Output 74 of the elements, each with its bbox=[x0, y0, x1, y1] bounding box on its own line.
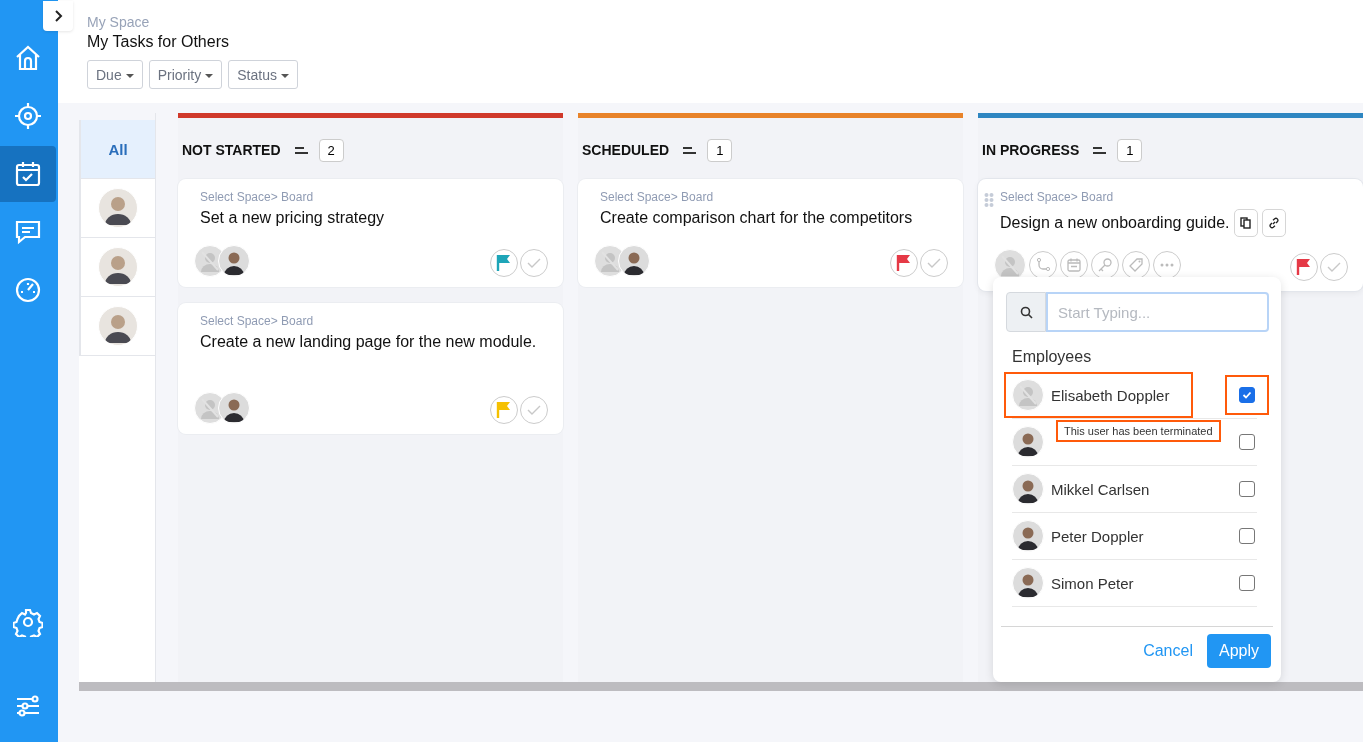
caret-icon bbox=[280, 74, 289, 78]
task-count-badge: 1 bbox=[707, 138, 733, 162]
task-title: Create a new landing page for the new module. bbox=[200, 333, 537, 351]
checkmark-icon bbox=[927, 257, 941, 269]
sort-icon[interactable] bbox=[1091, 145, 1108, 155]
tag-icon bbox=[1128, 257, 1144, 273]
caret-icon bbox=[205, 74, 214, 78]
column-title: IN PROGRESS bbox=[982, 142, 1080, 158]
expand-button[interactable] bbox=[43, 1, 73, 31]
link-button[interactable] bbox=[1261, 209, 1286, 237]
task-title: Create comparison chart for the competitors bbox=[600, 209, 913, 227]
task-card[interactable]: Select Space> Board Design a new onboarding guide. bbox=[978, 179, 1363, 291]
employee-checkbox[interactable] bbox=[1239, 575, 1255, 591]
person-filter-item[interactable] bbox=[79, 238, 155, 297]
calendar-check-icon bbox=[13, 159, 43, 189]
gauge-icon bbox=[13, 275, 43, 305]
avatar-icon bbox=[98, 306, 138, 346]
employee-item[interactable]: Mikkel Carlsen bbox=[1006, 468, 1172, 510]
route-icon bbox=[1035, 257, 1051, 273]
column-title: NOT STARTED bbox=[182, 142, 281, 158]
avatar-icon bbox=[98, 247, 138, 287]
sort-icon[interactable] bbox=[292, 145, 309, 155]
checkmark-icon bbox=[527, 404, 541, 416]
filter-dropdown[interactable]: Due bbox=[87, 60, 143, 89]
employee-checkbox[interactable] bbox=[1239, 481, 1255, 497]
tooltip: This user has been terminated bbox=[1056, 420, 1221, 442]
drag-handle-icon[interactable] bbox=[984, 192, 994, 208]
task-location: Select Space> Board bbox=[200, 314, 314, 328]
employee-item[interactable]: Peter Doppler bbox=[1006, 515, 1166, 557]
task-card[interactable]: Select Space> Board Set a new pricing strategy bbox=[178, 179, 563, 287]
section-heading: Employees bbox=[1012, 348, 1093, 366]
task-title: Set a new pricing strategy bbox=[200, 209, 385, 227]
task-count-badge: 2 bbox=[318, 138, 344, 162]
caret-icon bbox=[125, 74, 134, 78]
search-field[interactable]: Start Typing... bbox=[1046, 292, 1269, 332]
task-title: Design a new onboarding guide. bbox=[1000, 214, 1230, 232]
calendar-nav-button[interactable] bbox=[0, 146, 56, 202]
task-count-badge: 1 bbox=[1117, 138, 1143, 162]
checkmark-icon bbox=[527, 257, 541, 269]
task-location: Select Space> Board bbox=[1000, 190, 1114, 204]
copy-icon bbox=[1239, 217, 1252, 229]
task-card[interactable]: Select Space> Board Create comparison chart for the competitors bbox=[578, 179, 963, 287]
target-icon bbox=[13, 101, 43, 131]
person-filter-item[interactable] bbox=[79, 179, 155, 238]
employee-checkbox[interactable] bbox=[1239, 434, 1255, 450]
column-title: SCHEDULED bbox=[582, 142, 670, 158]
breadcrumb: My Space bbox=[87, 14, 151, 30]
sort-icon[interactable] bbox=[681, 145, 698, 155]
priority-flag-button[interactable] bbox=[1290, 253, 1318, 281]
task-location: Select Space> Board bbox=[200, 190, 314, 204]
key-icon bbox=[1097, 257, 1113, 273]
filter-dropdown[interactable]: Priority bbox=[148, 60, 223, 89]
employee-item[interactable]: Elisabeth Doppler bbox=[1006, 374, 1192, 416]
employee-item[interactable]: Simon Peter bbox=[1006, 562, 1156, 604]
search-button[interactable] bbox=[1006, 292, 1046, 332]
settings-icon bbox=[13, 607, 43, 637]
avatar-icon bbox=[98, 188, 138, 228]
calendar-icon bbox=[1066, 257, 1082, 273]
priority-flag-button[interactable] bbox=[490, 249, 518, 277]
search-icon bbox=[1019, 305, 1033, 319]
page-title: My Tasks for Others bbox=[87, 33, 230, 51]
chevron-right-icon bbox=[52, 9, 64, 23]
priority-flag-button[interactable] bbox=[890, 249, 918, 277]
horizontal-scrollbar[interactable] bbox=[79, 682, 1363, 691]
copy-button[interactable] bbox=[1233, 209, 1258, 237]
filter-dropdown[interactable]: Status bbox=[228, 60, 298, 89]
link-icon bbox=[1267, 217, 1280, 229]
employee-checkbox[interactable] bbox=[1239, 387, 1255, 403]
all-people-tab[interactable]: All bbox=[79, 120, 155, 179]
employee-checkbox[interactable] bbox=[1239, 528, 1255, 544]
task-location: Select Space> Board bbox=[600, 190, 714, 204]
checkmark-icon bbox=[1327, 261, 1341, 273]
person-filter-item[interactable] bbox=[79, 297, 155, 356]
checkmark-icon bbox=[1242, 391, 1252, 399]
